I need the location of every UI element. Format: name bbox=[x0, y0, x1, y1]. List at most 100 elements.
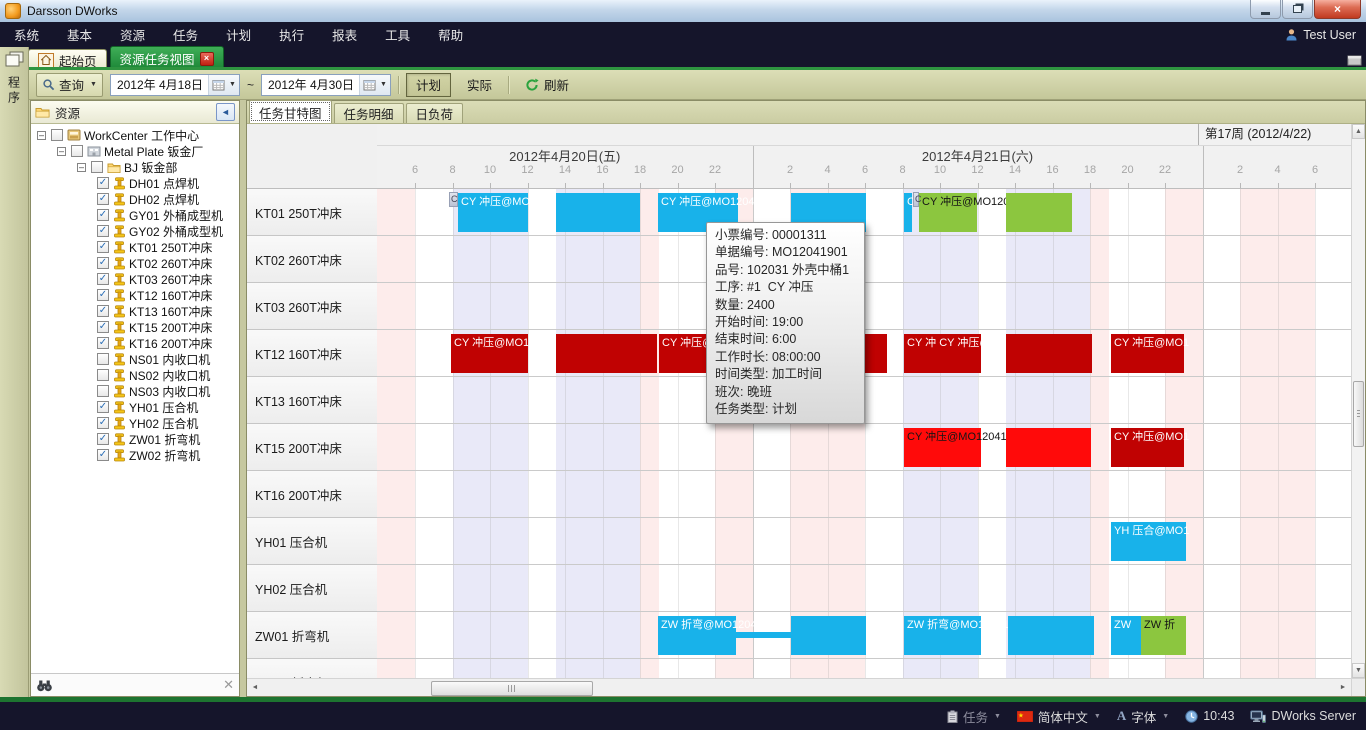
vertical-scroll-thumb[interactable] bbox=[1353, 381, 1364, 447]
tree-checkbox[interactable]: ✓ bbox=[97, 289, 109, 301]
sidebar-tab-programs[interactable]: 程序 bbox=[0, 47, 28, 106]
menu-item[interactable]: 帮助 bbox=[424, 22, 477, 47]
status-item[interactable]: 任务▼ bbox=[947, 707, 1001, 726]
gantt-task-bar[interactable] bbox=[556, 334, 657, 373]
user-area[interactable]: Test User bbox=[1285, 22, 1356, 47]
gantt-task-bar[interactable]: YH 压合@MO1 bbox=[1111, 522, 1186, 561]
tree-item[interactable]: ✓DH01 点焊机 bbox=[31, 175, 239, 191]
menu-item[interactable]: 计划 bbox=[212, 22, 265, 47]
gantt-task-bar[interactable]: CY 冲 CY 冲压@MO12041904 bbox=[904, 334, 981, 373]
tree-checkbox[interactable]: ✓ bbox=[97, 337, 109, 349]
tree-item[interactable]: ✓KT15 200T冲床 bbox=[31, 319, 239, 335]
status-item[interactable]: ★简体中文▼ bbox=[1017, 707, 1101, 726]
collapse-panel-button[interactable]: ◄ bbox=[216, 103, 235, 121]
tree-checkbox[interactable]: ✓ bbox=[97, 241, 109, 253]
minimize-button[interactable] bbox=[1250, 0, 1281, 19]
tree-checkbox[interactable] bbox=[97, 369, 109, 381]
tree-item[interactable]: ✓KT12 160T冲床 bbox=[31, 287, 239, 303]
tree-checkbox[interactable]: ✓ bbox=[97, 305, 109, 317]
menu-item[interactable]: 执行 bbox=[265, 22, 318, 47]
tree-checkbox[interactable]: ✓ bbox=[97, 209, 109, 221]
tree-item[interactable]: ✓ZW01 折弯机 bbox=[31, 431, 239, 447]
gantt-task-bar[interactable]: CY 冲压@MO12041903 bbox=[904, 428, 981, 467]
tree-checkbox[interactable]: ✓ bbox=[97, 225, 109, 237]
tree-item[interactable]: NS02 内收口机 bbox=[31, 367, 239, 383]
gantt-task-bar[interactable]: CY 冲压@MO12041902 bbox=[919, 193, 977, 232]
actual-toggle-button[interactable]: 实际 bbox=[458, 74, 501, 96]
tree-item[interactable]: ✓KT03 260T冲床 bbox=[31, 271, 239, 287]
tree-item[interactable]: ✓KT16 200T冲床 bbox=[31, 335, 239, 351]
tree-checkbox[interactable]: ✓ bbox=[97, 321, 109, 333]
tree-item[interactable]: ✓YH01 压合机 bbox=[31, 399, 239, 415]
gantt-task-bar[interactable]: ZW 折弯@MO12041901 bbox=[904, 616, 981, 655]
tree-checkbox[interactable] bbox=[97, 353, 109, 365]
restore-button[interactable] bbox=[1282, 0, 1313, 19]
tree-checkbox[interactable]: ✓ bbox=[97, 449, 109, 461]
date-from-dropdown[interactable]: ▼ bbox=[208, 75, 239, 95]
tree-item[interactable]: –BJ 钣金部 bbox=[31, 159, 239, 175]
tree-item[interactable]: ✓GY01 外桶成型机 bbox=[31, 207, 239, 223]
date-to-dropdown[interactable]: ▼ bbox=[359, 75, 390, 95]
binoculars-icon[interactable] bbox=[36, 679, 53, 692]
gantt-task-bar[interactable]: CY 冲压@MO1 bbox=[1111, 428, 1184, 467]
panel-layout-icon[interactable] bbox=[1347, 54, 1362, 67]
gantt-view-tab[interactable]: 任务甘特图 bbox=[249, 100, 332, 123]
query-button[interactable]: 查询 ▼ bbox=[36, 73, 103, 97]
gantt-task-bar[interactable] bbox=[1006, 428, 1091, 467]
scroll-left-icon[interactable]: ◄ bbox=[247, 679, 263, 696]
tree-checkbox[interactable]: ✓ bbox=[97, 193, 109, 205]
gantt-task-bar[interactable]: CY 冲压@MO1 bbox=[1111, 334, 1184, 373]
tree-item[interactable]: ✓ZW02 折弯机 bbox=[31, 447, 239, 463]
date-from-field[interactable]: 2012年 4月18日 ▼ bbox=[110, 74, 240, 96]
menu-item[interactable]: 资源 bbox=[106, 22, 159, 47]
gantt-task-bar[interactable]: ZW 折 bbox=[1141, 616, 1186, 655]
status-item[interactable]: A字体▼ bbox=[1117, 707, 1169, 726]
scroll-down-icon[interactable]: ▼ bbox=[1352, 663, 1365, 678]
scroll-up-icon[interactable]: ▲ bbox=[1352, 124, 1365, 139]
gantt-task-bar[interactable]: CY 冲压@MO12041901 bbox=[458, 193, 528, 232]
tree-item[interactable]: ✓KT13 160T冲床 bbox=[31, 303, 239, 319]
gantt-task-bar[interactable] bbox=[1006, 334, 1092, 373]
tree-checkbox[interactable] bbox=[51, 129, 63, 141]
tree-checkbox[interactable] bbox=[97, 385, 109, 397]
tree-checkbox[interactable]: ✓ bbox=[97, 257, 109, 269]
vertical-scrollbar[interactable]: ▲ ▼ bbox=[1351, 124, 1365, 678]
expander-icon[interactable]: – bbox=[37, 131, 46, 140]
tree-checkbox[interactable]: ✓ bbox=[97, 417, 109, 429]
menu-item[interactable]: 任务 bbox=[159, 22, 212, 47]
gantt-task-bar[interactable] bbox=[791, 616, 866, 655]
tree-item[interactable]: –WorkCenter 工作中心 bbox=[31, 127, 239, 143]
menu-item[interactable]: 工具 bbox=[371, 22, 424, 47]
gantt-task-bar[interactable]: CY 冲压@MO12041904 bbox=[451, 334, 528, 373]
plan-toggle-button[interactable]: 计划 bbox=[406, 73, 451, 97]
gantt-task-bar[interactable]: ZW bbox=[1111, 616, 1141, 655]
gantt-task-bar[interactable]: ZW 折弯@MO12041901 bbox=[658, 616, 736, 655]
gantt-task-bar[interactable]: C bbox=[904, 193, 912, 232]
expander-icon[interactable]: – bbox=[77, 163, 86, 172]
close-find-icon[interactable]: ✕ bbox=[223, 677, 234, 693]
horizontal-scroll-thumb[interactable] bbox=[431, 681, 593, 696]
close-tab-icon[interactable]: × bbox=[200, 52, 214, 66]
close-button[interactable]: × bbox=[1314, 0, 1361, 19]
tree-item[interactable]: ✓DH02 点焊机 bbox=[31, 191, 239, 207]
gantt-task-bar[interactable] bbox=[1006, 193, 1072, 232]
tree-checkbox[interactable]: ✓ bbox=[97, 433, 109, 445]
date-to-field[interactable]: 2012年 4月30日 ▼ bbox=[261, 74, 391, 96]
task-marker[interactable]: C bbox=[449, 192, 458, 207]
tree-item[interactable]: ✓KT01 250T冲床 bbox=[31, 239, 239, 255]
tree-item[interactable]: –Metal Plate 钣金厂 bbox=[31, 143, 239, 159]
tree-item[interactable]: NS03 内收口机 bbox=[31, 383, 239, 399]
tree-checkbox[interactable] bbox=[91, 161, 103, 173]
gantt-task-bar[interactable] bbox=[556, 193, 640, 232]
refresh-button[interactable]: 刷新 bbox=[516, 74, 578, 96]
task-marker[interactable]: C bbox=[913, 192, 919, 207]
tree-checkbox[interactable]: ✓ bbox=[97, 177, 109, 189]
gantt-view-tab[interactable]: 任务明细 bbox=[334, 103, 404, 123]
tree-item[interactable]: ✓YH02 压合机 bbox=[31, 415, 239, 431]
expander-icon[interactable]: – bbox=[57, 147, 66, 156]
tree-checkbox[interactable]: ✓ bbox=[97, 401, 109, 413]
tree-item[interactable]: ✓GY02 外桶成型机 bbox=[31, 223, 239, 239]
menu-item[interactable]: 基本 bbox=[53, 22, 106, 47]
scroll-right-icon[interactable]: ► bbox=[1335, 679, 1351, 696]
horizontal-scrollbar[interactable]: ◄ ► bbox=[247, 678, 1351, 696]
